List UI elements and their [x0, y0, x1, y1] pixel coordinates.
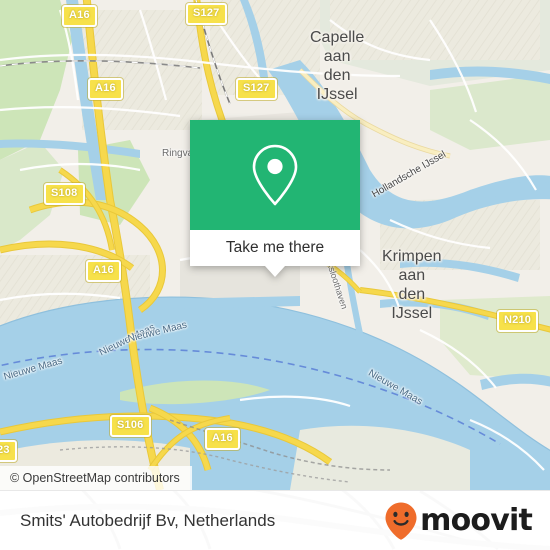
place-label-line: aan: [398, 267, 426, 284]
place-label-line: Krimpen: [382, 248, 442, 265]
place-label-line: IJssel: [391, 305, 433, 322]
road-shield: S127: [186, 3, 227, 25]
place-label-line: Capelle: [310, 29, 365, 46]
poi-card-pointer: [265, 266, 285, 277]
road-shield: 23: [0, 440, 17, 462]
road-shield: A16: [88, 78, 123, 100]
map-pin-icon: [252, 144, 298, 206]
place-label-krimpen: Krimpen aan den IJssel: [382, 247, 442, 323]
moovit-smiley-pin-icon: [385, 502, 417, 540]
place-label-line: den: [398, 286, 426, 303]
road-shield: A16: [62, 5, 97, 27]
road-shield: A16: [86, 260, 121, 282]
road-shield: S108: [44, 183, 85, 205]
footer-bar: Smits' Autobedrijf Bv, Netherlands moovi…: [0, 490, 550, 550]
road-shield: N210: [497, 310, 539, 332]
moovit-logo[interactable]: moovit: [384, 501, 533, 541]
road-shield: S127: [236, 78, 277, 100]
moovit-map-screenshot: A16 S127 A16 S127 S108 A16 N210 S106 A16…: [0, 0, 550, 550]
poi-card-image: [190, 120, 360, 230]
poi-card-cta[interactable]: Take me there: [190, 230, 360, 266]
place-label-capelle: Capelle aan den IJssel: [310, 28, 364, 104]
map-attribution-text: © OpenStreetMap contributors: [10, 471, 180, 485]
page-title: Smits' Autobedrijf Bv, Netherlands: [20, 511, 276, 530]
map-attribution[interactable]: © OpenStreetMap contributors: [0, 466, 192, 490]
road-shield: S106: [110, 415, 151, 437]
place-label-line: den: [323, 67, 351, 84]
place-label-line: IJssel: [316, 86, 358, 103]
place-label-line: aan: [323, 48, 351, 65]
poi-callout-card[interactable]: Take me there: [190, 120, 360, 277]
map-canvas[interactable]: A16 S127 A16 S127 S108 A16 N210 S106 A16…: [0, 0, 550, 490]
footer-content: Smits' Autobedrijf Bv, Netherlands moovi…: [0, 491, 550, 550]
poi-card-cta-label: Take me there: [225, 239, 325, 256]
moovit-wordmark: moovit: [420, 503, 533, 538]
road-shield: A16: [205, 428, 240, 450]
